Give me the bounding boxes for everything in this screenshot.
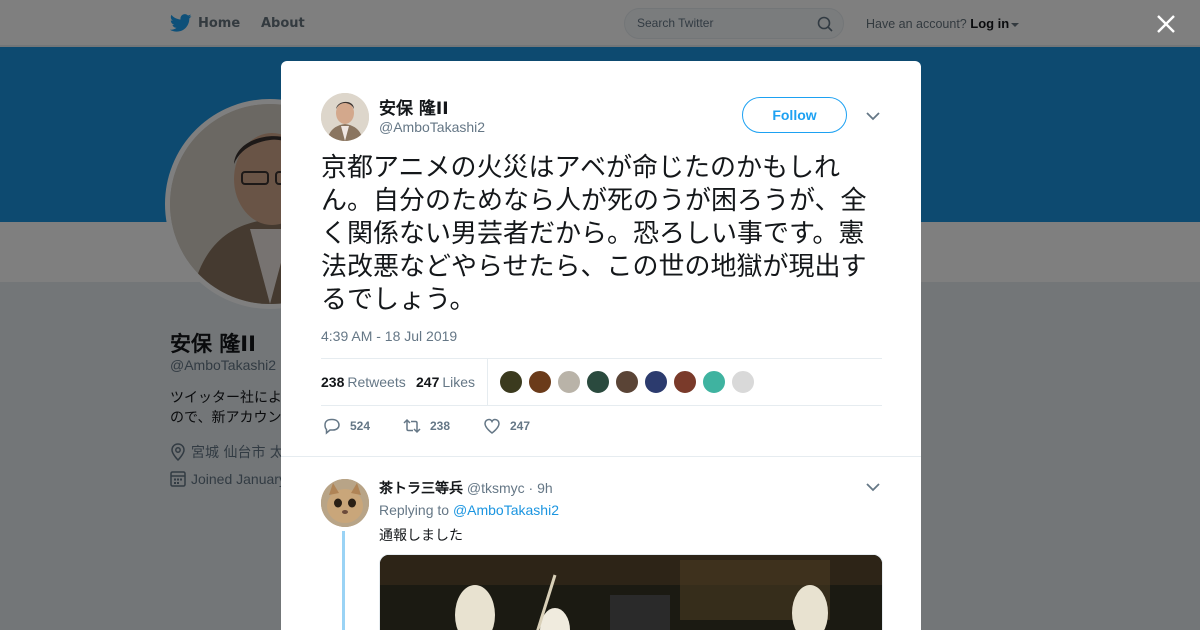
author-name[interactable]: 安保 隆II <box>379 94 449 119</box>
chevron-down-icon[interactable] <box>865 110 881 122</box>
author-avatar-photo <box>321 93 369 141</box>
author-avatar[interactable] <box>321 93 369 141</box>
likes-stat[interactable]: 247 Likes <box>416 374 475 390</box>
retweets-stat[interactable]: 238 Retweets <box>321 374 406 390</box>
like-action[interactable]: 247 <box>483 417 530 435</box>
replying-to: Replying to @AmboTakashi2 <box>379 502 559 518</box>
replying-to-link[interactable]: @AmboTakashi2 <box>453 502 559 518</box>
retweets-label: Retweets <box>347 374 406 390</box>
tweet-timestamp[interactable]: 4:39 AM - 18 Jul 2019 <box>321 328 457 344</box>
stats-divider <box>487 359 488 405</box>
reply-media-image[interactable] <box>379 554 883 630</box>
thread-line <box>342 531 345 630</box>
liker-avatar[interactable] <box>702 370 726 394</box>
tweet-actions: 524 238 247 <box>321 417 882 437</box>
retweet-action[interactable]: 238 <box>403 417 450 435</box>
reply-header: 茶トラ三等兵 @tksmyc · 9h <box>379 478 553 498</box>
reply-avatar-photo <box>321 479 369 527</box>
retweet-icon <box>403 418 421 434</box>
tweet-text: 京都アニメの火災はアベが命じたのかもしれん。自分のためなら人が死のうが困ろうが、… <box>321 153 867 315</box>
reply-icon <box>324 418 340 435</box>
replying-to-prefix: Replying to <box>379 502 450 518</box>
follow-button[interactable]: Follow <box>742 97 847 133</box>
close-icon[interactable] <box>1154 12 1178 36</box>
liker-avatar[interactable] <box>528 370 552 394</box>
reply-action[interactable]: 524 <box>323 417 370 435</box>
liker-avatar[interactable] <box>615 370 639 394</box>
reply-author-name[interactable]: 茶トラ三等兵 <box>379 480 463 496</box>
likes-label: Likes <box>442 374 476 390</box>
reply-count: 524 <box>350 419 371 433</box>
likes-count: 247 <box>416 374 440 390</box>
chevron-down-icon[interactable] <box>865 481 881 493</box>
retweet-count: 238 <box>430 419 451 433</box>
reply-avatar[interactable] <box>321 479 369 527</box>
tweet-stats: 238 Retweets 247 Likes <box>321 358 882 406</box>
author-handle[interactable]: @AmboTakashi2 <box>379 119 485 135</box>
retweets-count: 238 <box>321 374 345 390</box>
like-count: 247 <box>510 419 531 433</box>
liker-avatar[interactable] <box>731 370 755 394</box>
reply-text: 通報しました <box>379 528 463 544</box>
liker-avatar[interactable] <box>644 370 668 394</box>
reply-photo <box>380 555 882 630</box>
reply-author-handle[interactable]: @tksmyc <box>467 480 525 496</box>
liker-avatar[interactable] <box>557 370 581 394</box>
tweet-modal: 安保 隆II @AmboTakashi2 Follow 京都アニメの火災はアベが… <box>281 61 921 630</box>
reply-time[interactable]: · 9h <box>529 480 553 496</box>
liker-avatar[interactable] <box>586 370 610 394</box>
heart-icon <box>484 418 500 434</box>
liker-avatar[interactable] <box>673 370 697 394</box>
reply-divider <box>281 456 921 457</box>
liker-avatar[interactable] <box>499 370 523 394</box>
